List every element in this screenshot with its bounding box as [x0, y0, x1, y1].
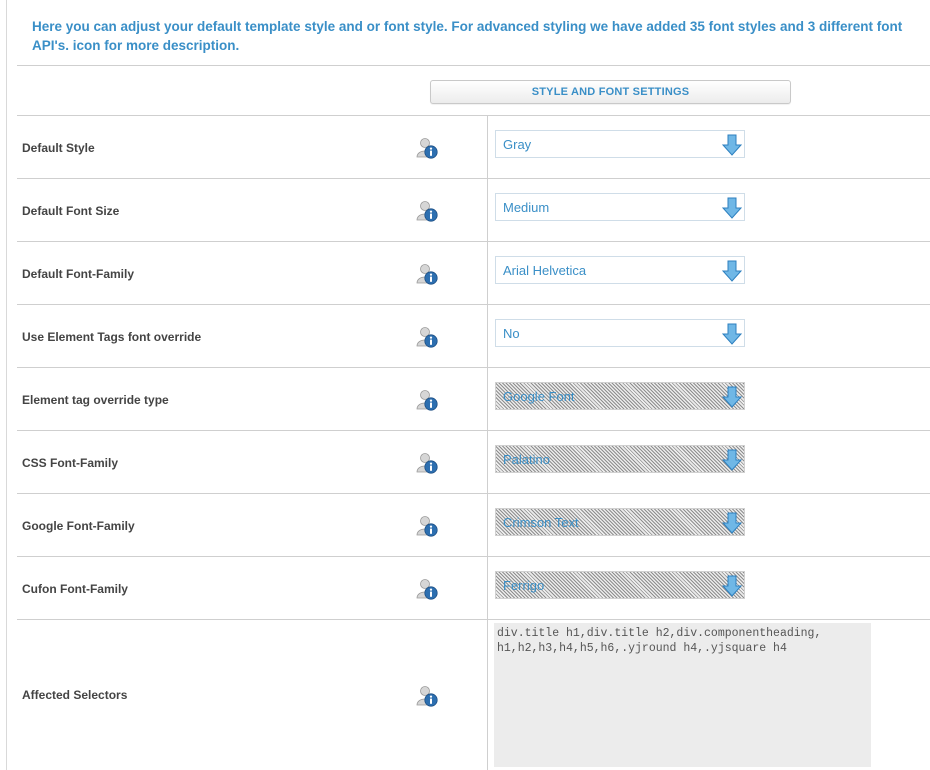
select-value: No: [503, 326, 520, 341]
select-value: Arial Helvetica: [503, 263, 587, 278]
arrow-down-icon: [721, 575, 743, 597]
css-font-family-select[interactable]: Palatino: [495, 445, 745, 473]
user-info-icon[interactable]: [416, 452, 438, 474]
affected-selectors-textarea[interactable]: div.title h1,div.title h2,div.componenth…: [494, 623, 871, 767]
setting-row-google-font-family: Google Font-Family Crimson Text: [17, 494, 930, 556]
override-type-select[interactable]: Google Font: [495, 382, 745, 410]
divider: [17, 65, 930, 66]
page-left-border: [6, 0, 7, 770]
setting-label: CSS Font-Family: [22, 456, 119, 470]
user-info-icon[interactable]: [416, 137, 438, 159]
arrow-down-icon: [721, 260, 743, 282]
default-font-family-select[interactable]: Arial Helvetica: [495, 256, 745, 284]
setting-label: Default Style: [22, 141, 95, 155]
arrow-down-icon: [721, 386, 743, 408]
setting-label: Cufon Font-Family: [22, 582, 128, 596]
setting-row-default-font-family: Default Font-Family Arial Helvetica: [17, 242, 930, 304]
arrow-down-icon: [721, 197, 743, 219]
user-info-icon[interactable]: [416, 263, 438, 285]
select-value: Medium: [503, 200, 550, 215]
setting-label: Default Font Size: [22, 204, 120, 218]
setting-label: Element tag override type: [22, 393, 169, 407]
arrow-down-icon: [721, 323, 743, 345]
select-value: Ferrigo: [503, 578, 545, 593]
arrow-down-icon: [721, 449, 743, 471]
user-info-icon[interactable]: [416, 515, 438, 537]
setting-row-override-type: Element tag override type Google Font: [17, 368, 930, 430]
arrow-down-icon: [721, 134, 743, 156]
default-style-select[interactable]: Gray: [495, 130, 745, 158]
cufon-font-family-select[interactable]: Ferrigo: [495, 571, 745, 599]
setting-label: Google Font-Family: [22, 519, 135, 533]
user-info-icon[interactable]: [416, 200, 438, 222]
select-value: Crimson Text: [503, 515, 579, 530]
user-info-icon[interactable]: [416, 326, 438, 348]
google-font-family-select[interactable]: Crimson Text: [495, 508, 745, 536]
element-tags-override-select[interactable]: No: [495, 319, 745, 347]
setting-row-default-style: Default Style Gray: [17, 116, 930, 178]
user-info-icon[interactable]: [416, 685, 438, 707]
arrow-down-icon: [721, 512, 743, 534]
select-value: Palatino: [503, 452, 550, 467]
user-info-icon[interactable]: [416, 389, 438, 411]
setting-label: Use Element Tags font override: [22, 330, 202, 344]
style-font-settings-button[interactable]: STYLE AND FONT SETTINGS: [430, 80, 791, 104]
setting-label: Default Font-Family: [22, 267, 135, 281]
setting-row-default-font-size: Default Font Size Medium: [17, 179, 930, 241]
setting-label: Affected Selectors: [22, 688, 128, 702]
setting-row-cufon-font-family: Cufon Font-Family Ferrigo: [17, 557, 930, 619]
intro-text: Here you can adjust your default templat…: [32, 19, 903, 53]
user-info-icon[interactable]: [416, 578, 438, 600]
default-font-size-select[interactable]: Medium: [495, 193, 745, 221]
select-value: Google Font: [503, 389, 575, 404]
setting-row-element-tags-override: Use Element Tags font override No: [17, 305, 930, 367]
select-value: Gray: [503, 137, 532, 152]
setting-row-css-font-family: CSS Font-Family Palatino: [17, 431, 930, 493]
